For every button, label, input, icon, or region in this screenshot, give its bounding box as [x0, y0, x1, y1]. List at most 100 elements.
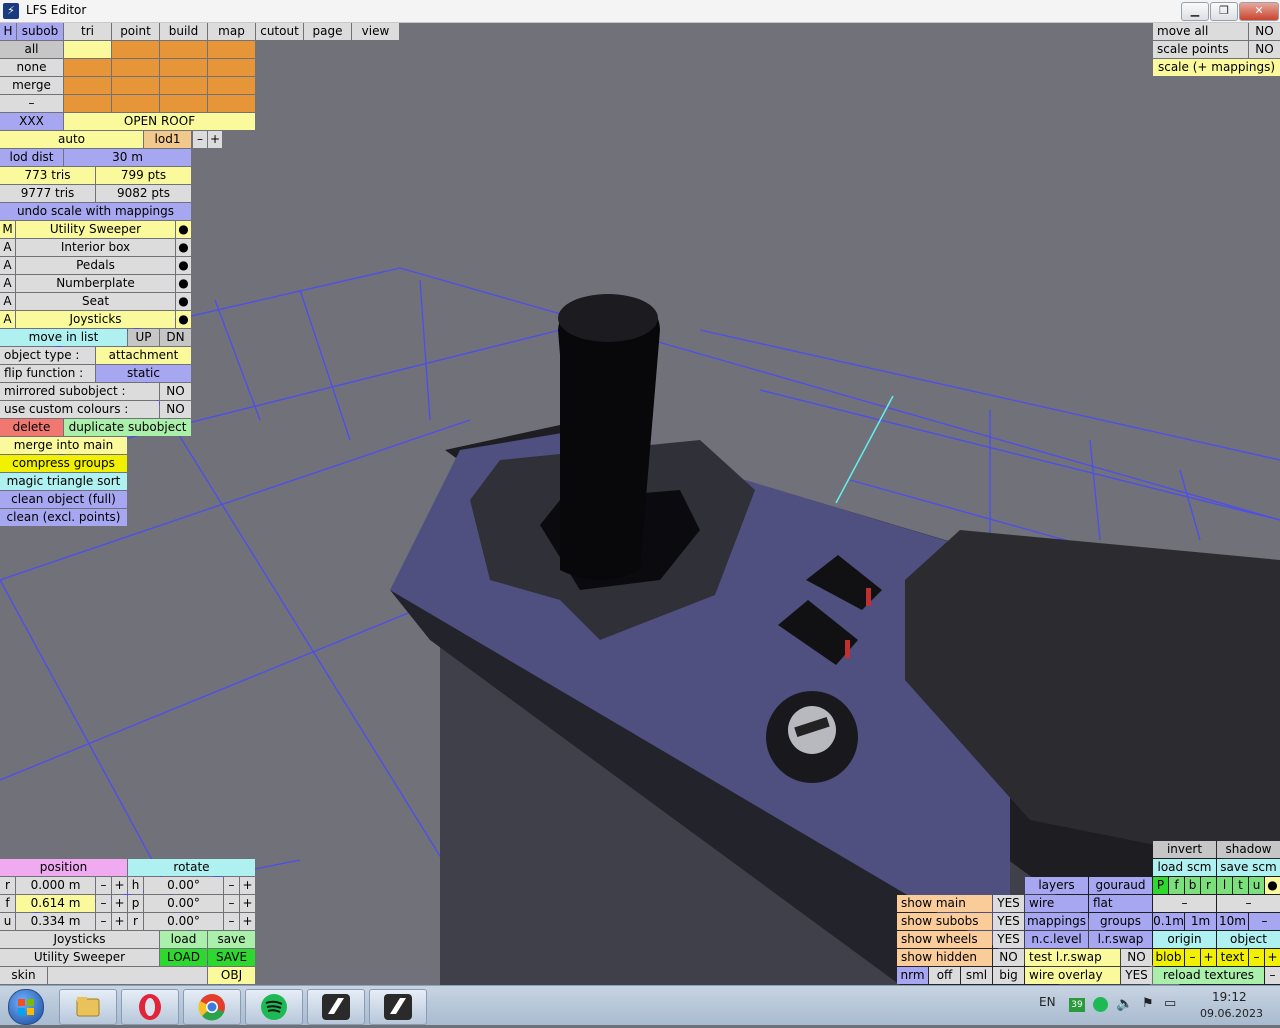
grid-1m-button[interactable]: 1m — [1185, 913, 1216, 930]
show-wheels-toggle[interactable]: YES — [993, 931, 1024, 948]
file-explorer-icon[interactable] — [59, 989, 117, 1025]
rotate-h-field[interactable]: 0.00° — [144, 877, 223, 894]
dash-button[interactable]: – — [1153, 895, 1216, 912]
select-none-button[interactable]: none — [0, 59, 63, 76]
flag-icon[interactable]: ⚑ — [1142, 996, 1154, 1011]
tray-badge[interactable]: 39 — [1069, 998, 1085, 1012]
lfs-editor-icon[interactable] — [369, 989, 427, 1025]
flip-function-select[interactable]: static — [96, 365, 191, 382]
visibility-dot-icon[interactable]: ● — [176, 293, 191, 310]
position-f-field[interactable]: 0.614 m — [16, 895, 95, 912]
lod-dist-value[interactable]: 30 m — [64, 149, 191, 166]
lod-plus-button[interactable]: + — [208, 131, 222, 148]
minimize-icon[interactable]: ▁ — [1181, 2, 1209, 21]
dash-button[interactable]: – — [1217, 895, 1280, 912]
flat-button[interactable]: flat — [1089, 895, 1152, 912]
rotate-p-minus[interactable]: – — [224, 895, 239, 912]
grid-0-1m-button[interactable]: 0.1m — [1153, 913, 1184, 930]
subob-slot[interactable] — [64, 59, 111, 76]
rotate-r-minus[interactable]: – — [224, 913, 239, 930]
lod-minus-button[interactable]: – — [193, 131, 207, 148]
position-r-field[interactable]: 0.000 m — [16, 877, 95, 894]
h-toggle[interactable]: H — [0, 23, 16, 40]
visibility-dot-icon[interactable]: ● — [176, 275, 191, 292]
restore-icon[interactable]: ❐ — [1210, 2, 1238, 21]
wire-overlay-toggle[interactable]: YES — [1121, 967, 1152, 984]
magic-triangle-sort-button[interactable]: magic triangle sort — [0, 473, 127, 490]
scale-points-toggle[interactable]: NO — [1249, 41, 1280, 58]
lod-auto-button[interactable]: auto — [0, 131, 143, 148]
chrome-icon[interactable] — [183, 989, 241, 1025]
subob-slot[interactable] — [160, 77, 207, 94]
tab-cutout[interactable]: cutout — [256, 23, 303, 40]
lod-level-button[interactable]: lod1 — [144, 131, 191, 148]
load-object-button[interactable]: LOAD — [160, 949, 207, 966]
sml-button[interactable]: sml — [961, 967, 992, 984]
move-up-button[interactable]: UP — [128, 329, 159, 346]
load-subobject-button[interactable]: load — [160, 931, 207, 948]
position-r-minus[interactable]: – — [96, 877, 111, 894]
subobject-item-selected[interactable]: Joysticks — [16, 311, 175, 328]
move-all-toggle[interactable]: NO — [1249, 23, 1280, 40]
opera-icon[interactable] — [121, 989, 179, 1025]
compress-groups-button[interactable]: compress groups — [0, 455, 127, 472]
merge-into-main-button[interactable]: merge into main — [0, 437, 127, 454]
grid-dash-button[interactable]: – — [1249, 913, 1280, 930]
shadow-button[interactable]: shadow — [1217, 841, 1280, 858]
save-scm-button[interactable]: save scm — [1217, 859, 1280, 876]
text-plus-button[interactable]: + — [1265, 949, 1280, 966]
rotate-p-plus[interactable]: + — [240, 895, 255, 912]
subob-slot[interactable] — [112, 77, 159, 94]
view-b-button[interactable]: b — [1185, 877, 1200, 894]
clean-excl-points-button[interactable]: clean (excl. points) — [0, 509, 127, 526]
reload-textures-button[interactable]: reload textures — [1153, 967, 1264, 984]
save-subobject-button[interactable]: save — [208, 931, 255, 948]
undo-scale-button[interactable]: undo scale with mappings — [0, 203, 191, 220]
subob-slot[interactable] — [208, 59, 255, 76]
visibility-dot-icon[interactable]: ● — [176, 239, 191, 256]
text-minus-button[interactable]: – — [1249, 949, 1264, 966]
obj-export-button[interactable]: OBJ — [208, 967, 255, 984]
subob-slot[interactable] — [112, 59, 159, 76]
select-all-button[interactable]: all — [0, 41, 63, 58]
subob-slot[interactable] — [64, 41, 111, 58]
language-indicator[interactable]: EN — [1039, 995, 1056, 1009]
subob-slot[interactable] — [208, 95, 255, 112]
position-f-plus[interactable]: + — [112, 895, 127, 912]
tab-point[interactable]: point — [112, 23, 159, 40]
merge-button[interactable]: merge — [0, 77, 63, 94]
visibility-dot-icon[interactable]: ● — [176, 257, 191, 274]
subob-slot[interactable] — [112, 95, 159, 112]
subob-slot[interactable] — [160, 41, 207, 58]
view-p-button[interactable]: P — [1153, 877, 1168, 894]
position-r-plus[interactable]: + — [112, 877, 127, 894]
blob-plus-button[interactable]: + — [1201, 949, 1216, 966]
position-u-plus[interactable]: + — [112, 913, 127, 930]
spotify-tray-icon[interactable] — [1093, 997, 1108, 1012]
wire-button[interactable]: wire — [1025, 895, 1088, 912]
mappings-button[interactable]: mappings — [1025, 913, 1088, 930]
view-f-button[interactable]: f — [1169, 877, 1184, 894]
tab-map[interactable]: map — [208, 23, 255, 40]
subob-slot[interactable] — [160, 95, 207, 112]
subobject-item[interactable]: Utility Sweeper — [16, 221, 175, 238]
custom-colours-toggle[interactable]: NO — [160, 401, 191, 418]
xxx-button[interactable]: XXX — [0, 113, 63, 130]
tab-build[interactable]: build — [160, 23, 207, 40]
clock-date[interactable]: 09.06.2023 — [1200, 1007, 1263, 1020]
position-u-minus[interactable]: – — [96, 913, 111, 930]
duplicate-subobject-button[interactable]: duplicate subobject — [64, 419, 191, 436]
show-subobs-toggle[interactable]: YES — [993, 913, 1024, 930]
spotify-icon[interactable] — [245, 989, 303, 1025]
gouraud-button[interactable]: gouraud — [1089, 877, 1152, 894]
show-main-toggle[interactable]: YES — [993, 895, 1024, 912]
open-roof-button[interactable]: OPEN ROOF — [64, 113, 255, 130]
lfs-icon[interactable] — [307, 989, 365, 1025]
clean-object-full-button[interactable]: clean object (full) — [0, 491, 127, 508]
skin-field[interactable] — [48, 967, 207, 984]
dash-button[interactable]: – — [0, 95, 63, 112]
save-object-button[interactable]: SAVE — [208, 949, 255, 966]
clock-time[interactable]: 19:12 — [1212, 990, 1247, 1004]
subobject-item[interactable]: Pedals — [16, 257, 175, 274]
volume-icon[interactable]: 🔈 — [1116, 996, 1133, 1012]
